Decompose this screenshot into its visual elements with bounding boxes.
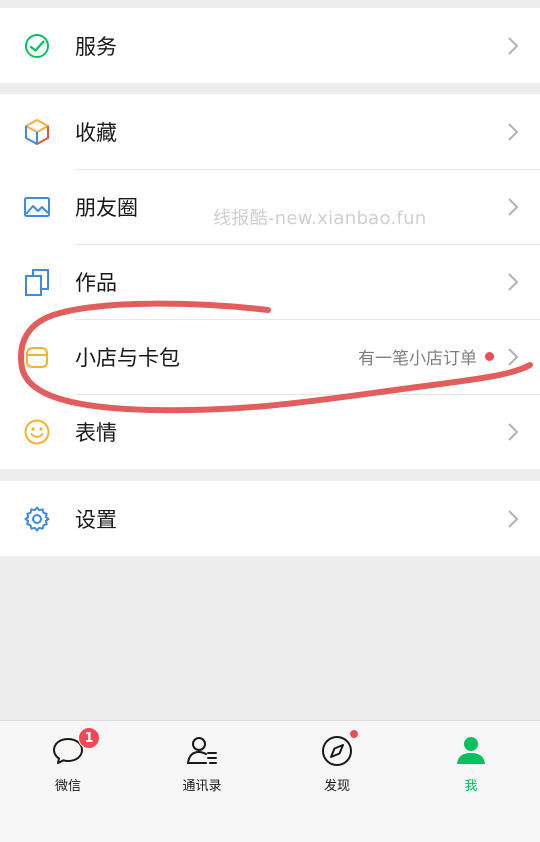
menu-label-settings: 设置 [75, 507, 117, 532]
chevron-right-icon [506, 122, 520, 142]
menu-label-shop: 小店与卡包 [75, 345, 180, 370]
tab-me[interactable]: 我 [431, 733, 511, 794]
chevron-right-icon [506, 422, 520, 442]
menu-item-works[interactable]: 作品 [0, 244, 540, 319]
wallet-card-icon [22, 342, 52, 372]
services-group: 服务 [0, 8, 540, 83]
chevron-right-icon [506, 272, 520, 292]
bottom-tab-bar: 1 微信 通讯录 发现 我 [0, 720, 540, 842]
tab-chats[interactable]: 1 微信 [28, 727, 108, 794]
menu-label-works: 作品 [75, 270, 117, 295]
menu-item-favorites[interactable]: 收藏 [0, 94, 540, 169]
chevron-right-icon [506, 36, 520, 56]
tab-label-contacts: 通讯录 [182, 779, 222, 794]
tab-label-discover: 发现 [323, 779, 350, 794]
tab-contacts[interactable]: 通讯录 [162, 733, 242, 794]
unread-badge: 1 [78, 727, 100, 749]
tab-discover[interactable]: 发现 [297, 729, 377, 794]
settings-group: 设置 [0, 481, 540, 556]
contacts-icon [184, 733, 220, 769]
tab-label-chats: 微信 [54, 779, 81, 794]
tab-label-me: 我 [464, 779, 478, 794]
image-icon [22, 192, 52, 222]
menu-item-stickers[interactable]: 表情 [0, 394, 540, 469]
menu-label-favorites: 收藏 [75, 120, 117, 145]
shop-order-notice: 有一笔小店订单 [358, 349, 477, 369]
menu-label-stickers: 表情 [75, 420, 117, 445]
services-check-icon [22, 31, 52, 61]
chevron-right-icon [506, 509, 520, 529]
menu-label-services: 服务 [75, 34, 117, 59]
menu-item-settings[interactable]: 设置 [0, 481, 540, 556]
smile-icon [22, 417, 52, 447]
discover-notification-dot [349, 729, 359, 739]
stacked-cards-icon [22, 267, 52, 297]
chevron-right-icon [506, 197, 520, 217]
menu-item-moments[interactable]: 朋友圈 [0, 169, 540, 244]
chevron-right-icon [506, 347, 520, 367]
notification-dot [485, 352, 494, 361]
compass-icon [319, 733, 355, 769]
menu-item-shop[interactable]: 小店与卡包 有一笔小店订单 [0, 319, 540, 394]
cube-icon [22, 117, 52, 147]
menu-item-services[interactable]: 服务 [0, 8, 540, 83]
main-menu-group: 收藏 朋友圈 作品 小店与卡包 有一笔小店订单 表情 [0, 94, 540, 469]
gear-icon [22, 504, 52, 534]
menu-label-moments: 朋友圈 [75, 195, 138, 220]
person-icon [453, 733, 489, 769]
me-page: 服务 收藏 朋友圈 作品 小店与卡包 有一笔小店订单 表情 设置 线报酷-new… [0, 0, 540, 842]
